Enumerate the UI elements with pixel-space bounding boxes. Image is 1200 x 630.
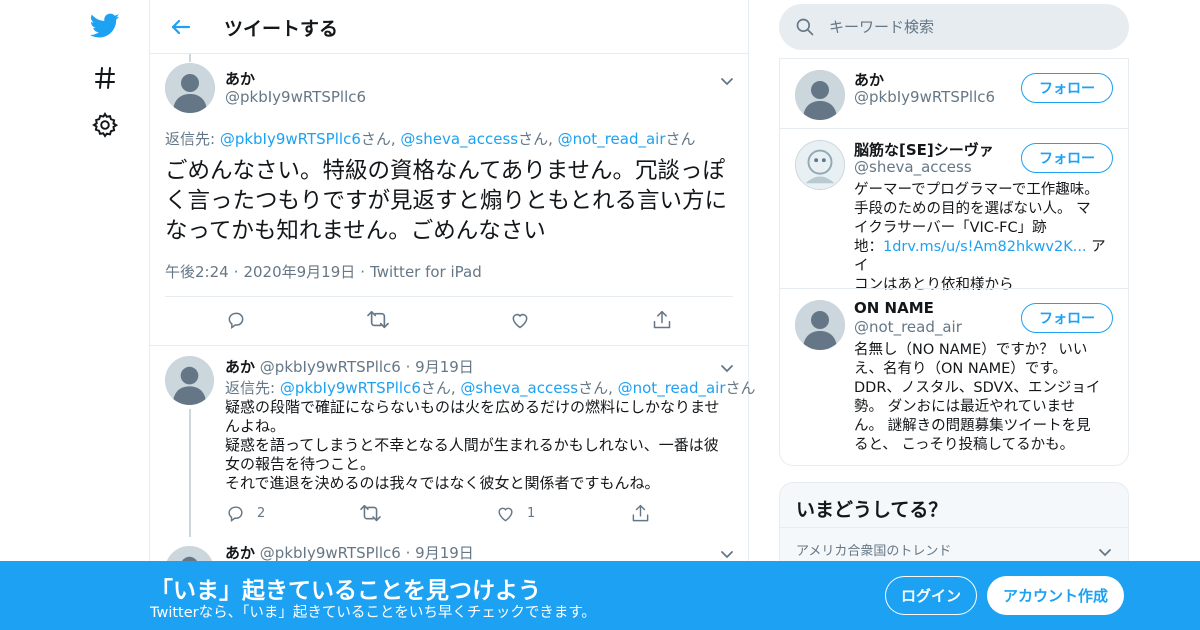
reply-tweet[interactable]: あか @pkbIy9wRTSPllc6 · 9月19日 返信先: @pkbIy9… (150, 347, 756, 537)
search-icon (795, 17, 815, 41)
trends-title: いまどうしてる？ (796, 499, 948, 521)
like-button[interactable]: 1 (496, 504, 535, 523)
user-bio: 名無し（NO NAME）ですか？ いい え、名有り（ON NAME）です。 DD… (854, 342, 1101, 453)
author-name[interactable]: あか (225, 544, 255, 562)
who-to-follow: あか @pkbIy9wRTSPllc6 フォロー 脳筋な[SE]シーヴァ @sh… (779, 58, 1129, 466)
user-handle[interactable]: @not_read_air (854, 318, 962, 336)
avatar[interactable] (795, 300, 845, 350)
thread-line (189, 54, 191, 62)
reply-to-line: 返信先: @pkbIy9wRTSPllc6さん, @sheva_accessさん… (165, 130, 696, 148)
chevron-down-icon[interactable] (1098, 543, 1112, 557)
follow-button[interactable]: フォロー (1021, 143, 1113, 173)
banner-subtitle: Twitterなら、「いま」起きていることをいち早くチェックできます。 (150, 605, 596, 621)
mention-link[interactable]: @pkbIy9wRTSPllc6 (220, 130, 361, 148)
avatar[interactable] (795, 140, 845, 190)
author-handle[interactable]: @pkbIy9wRTSPllc6 (260, 544, 401, 562)
share-icon[interactable] (652, 310, 672, 330)
hashtag-icon[interactable] (90, 63, 120, 93)
reply-header: あか @pkbIy9wRTSPllc6 · 9月19日 (225, 358, 474, 376)
focus-tweet: あか @pkbIy9wRTSPllc6 返信先: @pkbIy9wRTSPllc… (150, 54, 748, 346)
user-name[interactable]: 脳筋な[SE]シーヴァ (854, 139, 994, 160)
banner-title: 「いま」起きていることを見つけよう (150, 578, 541, 604)
follow-suggestion[interactable]: 脳筋な[SE]シーヴァ @sheva_access フォロー ゲーマーでプログラ… (780, 128, 1128, 293)
left-nav (80, 0, 130, 630)
signup-button[interactable]: アカウント作成 (987, 576, 1124, 615)
login-button[interactable]: ログイン (885, 576, 977, 615)
user-name[interactable]: あか (854, 69, 884, 90)
reply-icon (228, 506, 243, 523)
reply-icon[interactable] (226, 310, 246, 330)
divider (780, 527, 1128, 528)
tweet-text: ごめんなさい。特級の資格なんてありません。冗談っぽく言ったつもりですが見返すと煽… (165, 158, 728, 244)
tweet-meta: 午後2:24 · 2020年9月19日 · Twitter for iPad (165, 263, 482, 281)
tweet-date[interactable]: 2020年9月19日 (243, 263, 355, 281)
user-bio: ゲーマーでプログラマーで工作趣味。 手段のための目的を選ばない人。 マ イクラサ… (854, 182, 1106, 293)
retweet-icon[interactable] (367, 310, 389, 330)
tweet-date[interactable]: 9月19日 (415, 544, 474, 562)
tweet-date[interactable]: 9月19日 (415, 358, 474, 376)
search-box[interactable] (779, 4, 1129, 50)
author-name[interactable]: あか (225, 68, 255, 89)
mention-link[interactable]: @not_read_air (618, 379, 726, 397)
bio-link[interactable]: 1drv.ms/u/s!Am82hkwv2K... (883, 239, 1087, 255)
author-handle[interactable]: @pkbIy9wRTSPllc6 (260, 358, 401, 376)
mention-link[interactable]: @sheva_access (400, 130, 518, 148)
tweet-text: 疑惑の段階で確証にならないものは火を広めるだけの燃料にしかなりませんよね。 疑惑… (225, 398, 720, 492)
reply-button[interactable]: 2 (226, 504, 265, 523)
user-handle[interactable]: @pkbIy9wRTSPllc6 (854, 88, 995, 106)
retweet-icon[interactable] (360, 504, 381, 523)
twitter-logo-icon[interactable] (90, 11, 120, 41)
tweet-time[interactable]: 午後2:24 (165, 263, 229, 281)
heart-icon[interactable] (510, 310, 530, 330)
avatar[interactable] (795, 70, 845, 120)
mention-link[interactable]: @not_read_air (558, 130, 666, 148)
user-name[interactable]: ON NAME (854, 299, 934, 317)
reply-to-line: 返信先: @pkbIy9wRTSPllc6さん, @sheva_accessさん… (225, 379, 756, 397)
back-arrow-icon[interactable] (168, 14, 194, 40)
reply-header: あか @pkbIy9wRTSPllc6 · 9月19日 (225, 544, 474, 562)
author-handle[interactable]: @pkbIy9wRTSPllc6 (225, 88, 366, 106)
signup-banner: 「いま」起きていることを見つけよう Twitterなら、「いま」起きていることを… (0, 561, 1200, 630)
main-column: ツイートする あか @pkbIy9wRTSPllc6 返信先: @pkbIy9w… (149, 0, 756, 630)
mention-link[interactable]: @sheva_access (460, 379, 578, 397)
chevron-down-icon[interactable] (720, 72, 734, 86)
avatar[interactable] (165, 356, 214, 405)
thread-line (189, 409, 191, 537)
heart-icon (498, 507, 513, 522)
trends-location: アメリカ合衆国のトレンド (796, 544, 952, 559)
page-title: ツイートする (224, 18, 339, 40)
search-input[interactable] (829, 16, 1109, 38)
follow-suggestion[interactable]: ON NAME @not_read_air フォロー 名無し（NO NAME）で… (780, 288, 1128, 465)
follow-button[interactable]: フォロー (1021, 303, 1113, 333)
avatar[interactable] (165, 63, 215, 113)
follow-suggestion[interactable]: あか @pkbIy9wRTSPllc6 フォロー (780, 58, 1128, 128)
chevron-down-icon[interactable] (720, 359, 734, 373)
author-name[interactable]: あか (225, 358, 255, 376)
user-handle[interactable]: @sheva_access (854, 158, 972, 176)
header: ツイートする (150, 0, 748, 54)
share-icon[interactable] (631, 504, 650, 523)
like-count: 1 (527, 506, 536, 521)
chevron-down-icon[interactable] (720, 545, 734, 559)
twitter-page: ツイートする あか @pkbIy9wRTSPllc6 返信先: @pkbIy9w… (0, 0, 1200, 630)
reply-count: 2 (257, 506, 266, 521)
gear-icon[interactable] (90, 110, 120, 140)
mention-link[interactable]: @pkbIy9wRTSPllc6 (280, 379, 421, 397)
follow-button[interactable]: フォロー (1021, 73, 1113, 103)
tweet-source: Twitter for iPad (370, 263, 482, 281)
divider (165, 296, 733, 297)
